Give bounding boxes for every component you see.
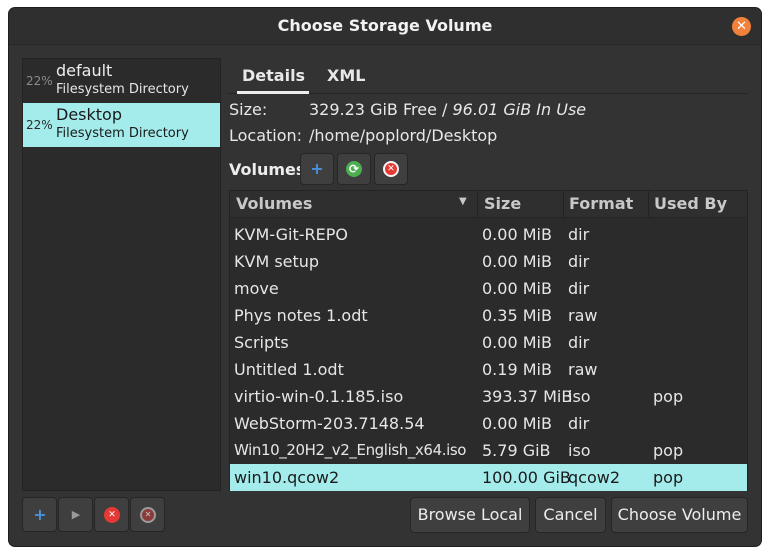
tab-bar: Details XML — [227, 58, 748, 94]
tab-xml[interactable]: XML — [327, 66, 365, 85]
column-separator — [477, 191, 478, 218]
volume-size: 0.00 MiB — [482, 252, 552, 271]
volume-format: dir — [568, 333, 590, 352]
delete-volume-button[interactable]: ✕ — [374, 153, 408, 185]
browse-local-button[interactable]: Browse Local — [410, 497, 530, 533]
volume-size: 0.00 MiB — [482, 279, 552, 298]
add-volume-button[interactable]: + — [300, 153, 334, 185]
location-value: /home/poplord/Desktop — [309, 126, 498, 145]
volume-name: Win10_20H2_v2_English_x64.iso — [234, 441, 467, 459]
close-icon: ✕ — [736, 19, 747, 34]
volume-used-by: pop — [653, 468, 684, 487]
column-separator — [648, 191, 649, 218]
volume-format: iso — [568, 387, 591, 406]
column-header-volumes[interactable]: Volumes — [236, 194, 312, 213]
choose-storage-volume-dialog: Choose Storage Volume ✕ 22% default File… — [9, 8, 761, 546]
volume-name: virtio-win-0.1.185.iso — [234, 387, 404, 406]
size-separator: / — [436, 100, 453, 119]
volume-name: move — [234, 279, 279, 298]
active-tab-indicator — [237, 91, 309, 94]
volume-format: raw — [568, 360, 598, 379]
refresh-icon: ⟳ — [346, 161, 362, 177]
volume-name: win10.qcow2 — [234, 468, 340, 487]
volume-name: WebStorm-203.7148.54 — [234, 414, 425, 433]
volume-size: 0.00 MiB — [482, 333, 552, 352]
size-free: 329.23 GiB Free — [309, 100, 437, 119]
volume-format: dir — [568, 252, 590, 271]
pool-type: Filesystem Directory — [56, 82, 189, 97]
pool-item-default[interactable]: 22% default Filesystem Directory — [23, 59, 220, 103]
table-row[interactable]: Scripts 0.00 MiB dir — [230, 329, 747, 356]
sort-descending-icon: ▼ — [459, 196, 467, 207]
stop-icon: ✕ — [140, 507, 156, 523]
size-label: Size: — [229, 100, 268, 119]
delete-icon: ✕ — [104, 507, 120, 523]
table-row[interactable]: Phys notes 1.odt 0.35 MiB raw — [230, 302, 747, 329]
table-row[interactable]: Win10_20H2_v2_English_x64.iso 5.79 GiB i… — [230, 437, 747, 464]
volume-used-by: pop — [653, 441, 684, 460]
volume-size: 0.35 MiB — [482, 306, 552, 325]
table-row[interactable]: move 0.00 MiB dir — [230, 275, 747, 302]
volume-name: KVM setup — [234, 252, 320, 271]
volume-used-by: pop — [653, 387, 684, 406]
volume-format: raw — [568, 306, 598, 325]
refresh-volumes-button[interactable]: ⟳ — [337, 153, 371, 185]
volume-format: qcow2 — [568, 468, 621, 487]
volume-size: 100.00 GiB — [482, 468, 571, 487]
volume-format: dir — [568, 279, 590, 298]
delete-pool-button[interactable]: ✕ — [94, 497, 129, 532]
choose-volume-button[interactable]: Choose Volume — [611, 497, 748, 533]
volume-name: Phys notes 1.odt — [234, 306, 368, 325]
pool-type: Filesystem Directory — [56, 126, 189, 141]
pool-item-desktop[interactable]: 22% Desktop Filesystem Directory — [23, 103, 220, 147]
table-row-selected[interactable]: win10.qcow2 100.00 GiB qcow2 pop — [230, 464, 747, 491]
column-header-format[interactable]: Format — [569, 194, 633, 213]
size-value: 329.23 GiB Free / 96.01 GiB In Use — [309, 100, 586, 119]
play-icon: ▶ — [71, 508, 81, 521]
table-row[interactable]: WebStorm-203.7148.54 0.00 MiB dir — [230, 410, 747, 437]
size-in-use: 96.01 GiB In Use — [452, 100, 587, 119]
close-button[interactable]: ✕ — [732, 17, 751, 36]
volume-size: 393.37 MiB — [482, 387, 573, 406]
volumes-table[interactable]: Volumes ▼ Size Format Used By KVM-Git-RE… — [229, 190, 748, 491]
pool-usage-percent: 22% — [26, 118, 53, 132]
window-title: Choose Storage Volume — [277, 16, 493, 35]
table-row[interactable]: Untitled 1.odt 0.19 MiB raw — [230, 356, 747, 383]
volume-size: 0.00 MiB — [482, 225, 552, 244]
start-pool-button[interactable]: ▶ — [58, 497, 93, 532]
storage-pool-list[interactable]: 22% default Filesystem Directory 22% Des… — [22, 58, 221, 491]
table-row[interactable]: KVM setup 0.00 MiB dir — [230, 248, 747, 275]
volume-size: 5.79 GiB — [482, 441, 551, 460]
volume-format: dir — [568, 225, 590, 244]
cancel-button[interactable]: Cancel — [535, 497, 606, 533]
pool-usage-percent: 22% — [26, 74, 53, 88]
pool-name: Desktop — [56, 105, 122, 124]
column-header-size[interactable]: Size — [484, 194, 521, 213]
title-bar[interactable]: Choose Storage Volume ✕ — [9, 8, 761, 45]
volume-size: 0.19 MiB — [482, 360, 552, 379]
plus-icon: + — [310, 159, 324, 178]
stop-pool-button[interactable]: ✕ — [130, 497, 165, 532]
plus-icon: + — [33, 505, 47, 524]
delete-icon: ✕ — [383, 161, 399, 177]
volume-name: Scripts — [234, 333, 289, 352]
volume-format: dir — [568, 414, 590, 433]
table-row[interactable]: virtio-win-0.1.185.iso 393.37 MiB iso po… — [230, 383, 747, 410]
volume-format: iso — [568, 441, 591, 460]
add-pool-button[interactable]: + — [22, 497, 57, 532]
tab-details[interactable]: Details — [242, 66, 305, 85]
column-separator — [563, 191, 564, 218]
table-row[interactable]: KVM-Git-REPO 0.00 MiB dir — [230, 221, 747, 248]
volume-name: KVM-Git-REPO — [234, 225, 348, 244]
volume-name: Untitled 1.odt — [234, 360, 344, 379]
table-header: Volumes ▼ Size Format Used By — [230, 191, 747, 218]
column-header-used-by[interactable]: Used By — [654, 194, 727, 213]
location-label: Location: — [229, 126, 303, 145]
volume-size: 0.00 MiB — [482, 414, 552, 433]
volumes-heading: Volumes — [229, 160, 306, 179]
pool-name: default — [56, 61, 113, 80]
